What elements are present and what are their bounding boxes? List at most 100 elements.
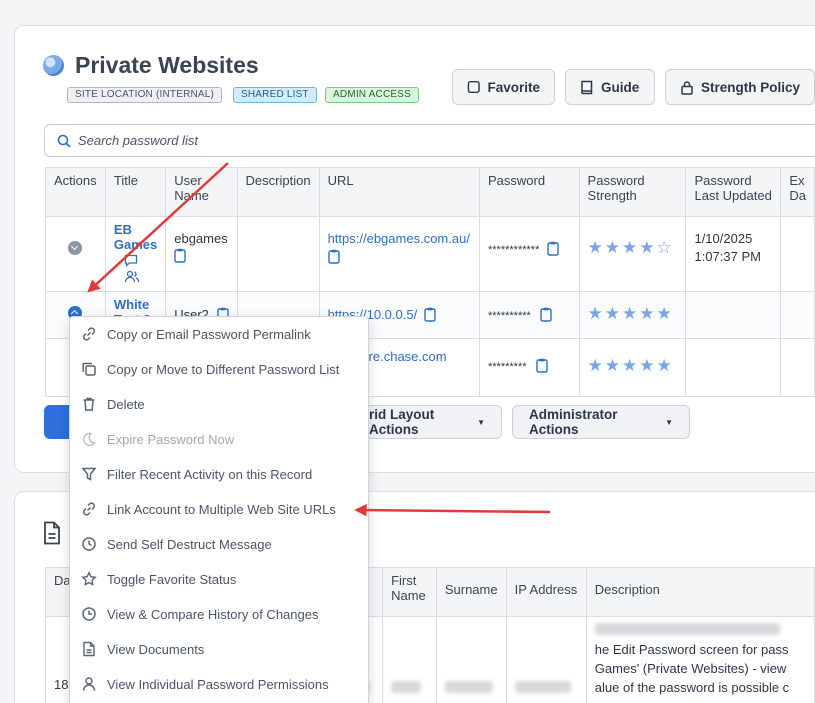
col-expiry-date[interactable]: Ex Da xyxy=(780,167,815,217)
lock-icon xyxy=(681,80,693,95)
menu-item-copy-move[interactable]: Copy or Move to Different Password List xyxy=(70,354,368,384)
menu-item-label: Copy or Move to Different Password List xyxy=(107,361,340,377)
menu-item-filter-activity[interactable]: Filter Recent Activity on this Record xyxy=(70,459,368,489)
menu-item-label: Expire Password Now xyxy=(107,431,235,447)
menu-item-label: Copy or Email Password Permalink xyxy=(107,326,311,342)
copy-icon xyxy=(82,362,96,376)
menu-item-delete[interactable]: Delete xyxy=(70,389,368,419)
caret-down-icon: ▼ xyxy=(477,417,485,427)
password-masked: ********* xyxy=(487,361,527,373)
search-input[interactable]: Search password list xyxy=(44,124,815,157)
history-icon xyxy=(82,607,96,621)
menu-item-label: Send Self Destruct Message xyxy=(107,536,272,552)
menu-item-label: View & Compare History of Changes xyxy=(107,606,319,622)
row-actions-menu: Copy or Email Password Permalink Copy or… xyxy=(69,316,369,703)
trash-icon xyxy=(83,397,95,411)
menu-item-label: Toggle Favorite Status xyxy=(107,571,237,587)
users-icon[interactable] xyxy=(124,270,140,283)
clipboard-icon[interactable] xyxy=(536,358,548,373)
badge-shared-list: SHARED LIST xyxy=(233,87,317,103)
globe-icon xyxy=(43,55,64,76)
badge-site-location: SITE LOCATION (INTERNAL) xyxy=(67,87,223,103)
administrator-actions-label: Administrator Actions xyxy=(529,407,618,437)
caret-down-icon: ▼ xyxy=(665,417,673,427)
col-actions[interactable]: Actions xyxy=(45,167,106,217)
menu-item-expire-password: Expire Password Now xyxy=(70,424,368,454)
page-title: Private Websites xyxy=(75,52,259,78)
menu-item-label: Delete xyxy=(107,396,145,412)
filter-icon xyxy=(81,467,97,481)
book-icon xyxy=(581,80,593,94)
favorite-label: Favorite xyxy=(487,79,540,95)
search-icon xyxy=(57,134,71,148)
clipboard-icon[interactable] xyxy=(174,248,186,263)
search-placeholder: Search password list xyxy=(78,133,198,148)
description-line: Games' (Private Websites) - view xyxy=(594,661,787,676)
menu-item-label: Filter Recent Activity on this Record xyxy=(107,466,313,482)
guide-label: Guide xyxy=(601,79,640,95)
col-description[interactable]: Description xyxy=(585,567,815,617)
star-icon xyxy=(81,571,97,586)
col-password-strength[interactable]: Password Strength xyxy=(578,167,687,217)
activity-date: 18 xyxy=(54,677,69,692)
guide-button[interactable]: Guide xyxy=(565,69,655,105)
user-name-value: ebgames xyxy=(174,231,228,246)
strength-rating: ★★★★☆ xyxy=(587,238,674,257)
badge-admin-access: ADMIN ACCESS xyxy=(325,87,419,103)
menu-item-label: View Individual Password Permissions xyxy=(107,676,329,692)
grid-layout-actions-button[interactable]: rid Layout Actions ▼ xyxy=(352,405,502,439)
user-icon xyxy=(82,677,96,691)
redacted-surname xyxy=(444,681,493,693)
password-masked: ********** xyxy=(487,310,531,322)
clipboard-icon[interactable] xyxy=(327,249,340,264)
col-description[interactable]: Description xyxy=(236,167,320,217)
redacted-first-name xyxy=(391,681,422,693)
menu-item-permissions[interactable]: View Individual Password Permissions xyxy=(70,669,368,699)
menu-item-label: View Documents xyxy=(107,641,205,657)
moon-icon xyxy=(83,432,96,447)
checkbox-icon xyxy=(467,80,480,94)
menu-item-link-urls[interactable]: Link Account to Multiple Web Site URLs xyxy=(70,494,368,524)
strength-rating: ★★★★★ xyxy=(587,304,674,323)
clipboard-icon[interactable] xyxy=(424,307,436,322)
link-icon xyxy=(82,502,96,516)
password-masked: ************ xyxy=(487,244,540,256)
comment-icon[interactable] xyxy=(124,254,138,267)
redacted-ip-address xyxy=(514,681,571,693)
strength-policy-button[interactable]: Strength Policy xyxy=(665,69,815,105)
menu-item-self-destruct[interactable]: Send Self Destruct Message xyxy=(70,529,368,559)
row-actions-toggle[interactable] xyxy=(68,241,83,255)
clipboard-icon[interactable] xyxy=(540,307,553,322)
grid-layout-actions-label: rid Layout Actions xyxy=(369,407,435,437)
menu-item-toggle-favorite[interactable]: Toggle Favorite Status xyxy=(70,564,368,594)
menu-item-view-documents[interactable]: View Documents xyxy=(70,634,368,664)
table-row[interactable]: EB Games ebgames https://ebgames.com.au/… xyxy=(45,216,815,292)
col-surname[interactable]: Surname xyxy=(435,567,507,617)
menu-item-label: Link Account to Multiple Web Site URLs xyxy=(107,501,336,517)
clipboard-icon[interactable] xyxy=(547,241,559,256)
url-link[interactable]: https://ebgames.com.au/ xyxy=(328,231,471,246)
col-title[interactable]: Title xyxy=(104,167,167,217)
strength-policy-label: Strength Policy xyxy=(701,79,801,95)
redacted-description xyxy=(594,623,780,635)
col-url[interactable]: URL xyxy=(318,167,480,217)
col-password[interactable]: Password xyxy=(478,167,580,217)
col-user-name[interactable]: User Name xyxy=(165,167,238,217)
document-icon xyxy=(44,521,60,545)
clock-icon xyxy=(82,537,96,551)
updated-time: 1:07:37 PM xyxy=(694,249,761,264)
col-first-name[interactable]: First Name xyxy=(382,567,437,617)
menu-item-history[interactable]: View & Compare History of Changes xyxy=(70,599,368,629)
menu-item-permalink[interactable]: Copy or Email Password Permalink xyxy=(70,319,368,349)
description-line: alue of the password is possible c xyxy=(594,680,790,695)
administrator-actions-button[interactable]: Administrator Actions ▼ xyxy=(512,405,690,439)
updated-date: 1/10/2025 xyxy=(694,231,753,246)
strength-rating: ★★★★★ xyxy=(587,356,674,375)
record-title-link[interactable]: EB Games xyxy=(114,222,157,252)
favorite-button[interactable]: Favorite xyxy=(452,69,555,105)
link-icon xyxy=(82,327,96,341)
col-ip-address[interactable]: IP Address xyxy=(505,567,587,617)
col-password-last-updated[interactable]: Password Last Updated xyxy=(685,167,782,217)
description-line: he Edit Password screen for pass xyxy=(594,642,789,657)
document-icon xyxy=(83,641,95,657)
